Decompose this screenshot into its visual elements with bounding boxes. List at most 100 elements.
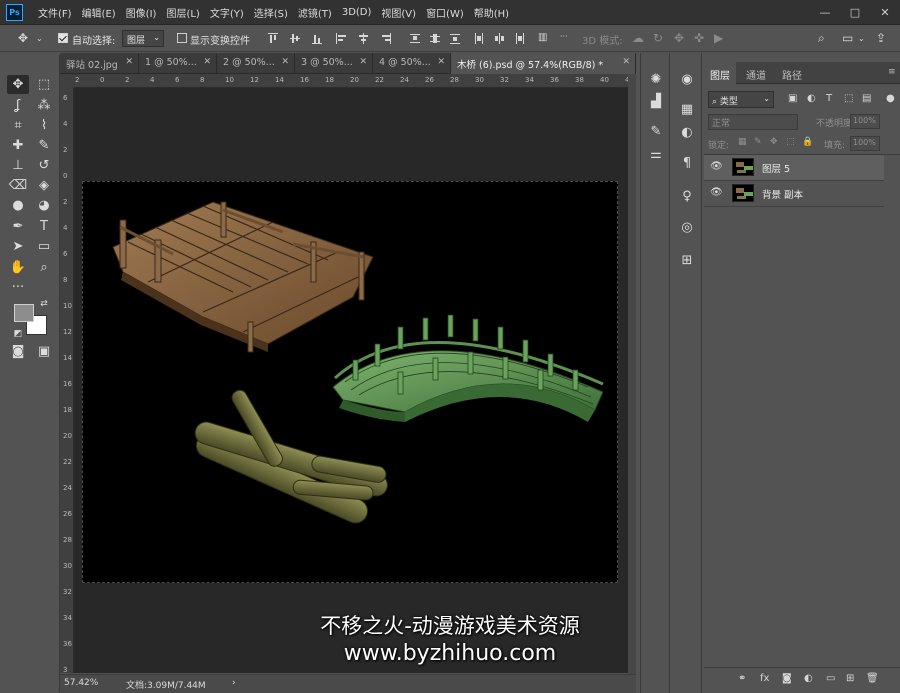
document-canvas[interactable] bbox=[82, 181, 618, 583]
move-tool-preset-icon[interactable]: ✥ bbox=[18, 31, 28, 45]
menu-window[interactable]: 窗口(W) bbox=[426, 5, 464, 20]
close-icon[interactable]: ✕ bbox=[622, 57, 630, 67]
align-top-icon[interactable] bbox=[268, 33, 278, 45]
tab-document-2[interactable]: 1 @ 50%... ✕ bbox=[139, 53, 217, 74]
distribute-right-icon[interactable] bbox=[514, 33, 524, 45]
tab-paths[interactable]: 路径 bbox=[776, 62, 808, 84]
blend-mode-dropdown[interactable]: 正常 bbox=[708, 114, 798, 130]
filter-smart-object-icon[interactable]: ▤ bbox=[862, 93, 871, 104]
libraries-icon[interactable]: ◎ bbox=[678, 219, 696, 237]
3d-roll-icon[interactable]: ↻ bbox=[653, 31, 663, 45]
eye-icon[interactable]: 👁 bbox=[710, 162, 723, 172]
new-layer-icon[interactable]: ⊞ bbox=[846, 673, 854, 684]
tab-document-1[interactable]: 驿站 02.jpg ✕ bbox=[60, 53, 139, 74]
tab-document-active[interactable]: 木桥 (6).psd @ 57.4%(RGB/8) * ✕ bbox=[451, 53, 636, 74]
close-icon[interactable]: ✕ bbox=[437, 57, 445, 67]
adjustments-icon[interactable]: ◐ bbox=[678, 124, 696, 142]
close-button[interactable]: ✕ bbox=[870, 0, 900, 25]
minimize-button[interactable]: — bbox=[810, 0, 840, 25]
horizontal-ruler[interactable]: 2024681012141618202224262830323436384042 bbox=[74, 74, 628, 88]
crop-tool-icon[interactable]: ⌗ bbox=[7, 116, 29, 135]
menu-filter[interactable]: 滤镜(T) bbox=[298, 5, 332, 20]
distribute-top-icon[interactable] bbox=[410, 33, 420, 45]
vertical-ruler[interactable]: 6 4 2 0 2 4 6 8 10 12 14 16 18 20 22 24 26 28 30 32 34 36 3 bbox=[60, 88, 74, 673]
3d-slide-icon[interactable]: ✜ bbox=[694, 31, 704, 45]
link-icon[interactable]: ⚭ bbox=[738, 673, 746, 684]
navigator-icon[interactable]: ✺ bbox=[647, 71, 665, 89]
fill-input[interactable]: 100% bbox=[850, 136, 880, 151]
lock-artboard-icon[interactable]: ⬚ bbox=[786, 137, 795, 147]
dodge-tool-icon[interactable]: ◕ bbox=[33, 196, 55, 215]
align-hcenter-icon[interactable] bbox=[358, 33, 368, 45]
auto-select-checkbox[interactable] bbox=[58, 33, 68, 43]
auto-align-icon[interactable]: ▥ bbox=[538, 32, 547, 43]
maximize-button[interactable]: □ bbox=[840, 0, 870, 25]
eye-icon[interactable]: 👁 bbox=[710, 188, 723, 198]
edit-toolbar-icon[interactable]: ··· bbox=[7, 278, 29, 297]
paint-bucket-tool-icon[interactable]: ◈ bbox=[33, 176, 55, 195]
color-icon[interactable]: ◉ bbox=[678, 71, 696, 89]
close-icon[interactable]: ✕ bbox=[281, 57, 289, 67]
chevron-down-icon[interactable]: ⌄ bbox=[36, 34, 43, 43]
pen-tool-icon[interactable]: ✒ bbox=[7, 217, 29, 236]
marquee-tool-icon[interactable]: ⬚ bbox=[33, 75, 55, 94]
menu-select[interactable]: 选择(S) bbox=[254, 5, 288, 20]
tab-layers[interactable]: 图层 bbox=[704, 62, 736, 84]
tab-document-4[interactable]: 3 @ 50%... ✕ bbox=[295, 53, 373, 74]
group-icon[interactable]: ▭ bbox=[826, 673, 835, 684]
tab-document-3[interactable]: 2 @ 50%... ✕ bbox=[217, 53, 295, 74]
filter-pixel-icon[interactable]: ▣ bbox=[788, 93, 797, 104]
layer-filter-dropdown[interactable]: ⌕ 类型 ⌄ bbox=[708, 91, 774, 108]
adjustment-icon[interactable]: ◐ bbox=[804, 673, 813, 684]
menu-view[interactable]: 视图(V) bbox=[381, 5, 416, 20]
layer-row-background-copy[interactable]: 👁 背景 副本 bbox=[704, 181, 884, 207]
mask-icon[interactable]: ◙ bbox=[782, 673, 792, 684]
more-options-icon[interactable]: ··· bbox=[560, 32, 568, 41]
align-bottom-icon[interactable] bbox=[312, 33, 322, 45]
brush-preset-icon[interactable]: ✎ bbox=[647, 123, 665, 141]
hand-tool-icon[interactable]: ✋ bbox=[7, 258, 29, 277]
swatches-icon[interactable]: ▦ bbox=[678, 101, 696, 119]
vertical-scrollbar[interactable] bbox=[628, 74, 636, 674]
foreground-color-swatch[interactable] bbox=[14, 304, 34, 322]
filter-type-icon[interactable]: T bbox=[826, 93, 832, 104]
ruler-corner[interactable] bbox=[60, 74, 74, 88]
zoom-level[interactable]: 57.42% bbox=[64, 678, 98, 688]
filter-shape-icon[interactable]: ⬚ bbox=[844, 93, 853, 104]
menu-file[interactable]: 文件(F) bbox=[38, 5, 72, 20]
histogram-icon[interactable]: ▟ bbox=[647, 93, 665, 111]
lock-position-icon[interactable]: ✥ bbox=[770, 137, 778, 147]
menu-3d[interactable]: 3D(D) bbox=[342, 7, 372, 18]
panel-menu-icon[interactable]: ≡ bbox=[882, 62, 900, 84]
menu-layer[interactable]: 图层(L) bbox=[166, 5, 199, 20]
show-transform-checkbox[interactable] bbox=[177, 33, 187, 43]
quick-mask-icon[interactable]: ◙ bbox=[7, 342, 29, 361]
magic-wand-tool-icon[interactable]: ⁂ bbox=[33, 96, 55, 115]
align-right-icon[interactable] bbox=[380, 33, 391, 45]
eyedropper-tool-icon[interactable]: ⌇ bbox=[33, 116, 55, 135]
fx-icon[interactable]: fx bbox=[760, 673, 769, 684]
share-icon[interactable]: ⇪ bbox=[876, 31, 886, 45]
opacity-input[interactable]: 100% bbox=[850, 114, 880, 129]
trash-icon[interactable]: 🗑 bbox=[866, 673, 879, 684]
lock-all-icon[interactable]: 🔒 bbox=[802, 137, 813, 147]
align-left-icon[interactable] bbox=[336, 33, 346, 45]
swap-colors-icon[interactable]: ⇄ bbox=[33, 295, 55, 314]
history-brush-tool-icon[interactable]: ↺ bbox=[33, 156, 55, 175]
move-tool-icon[interactable]: ✥ bbox=[7, 75, 29, 94]
menu-help[interactable]: 帮助(H) bbox=[474, 5, 509, 20]
menu-edit[interactable]: 编辑(E) bbox=[82, 5, 116, 20]
grid-icon[interactable]: ⊞ bbox=[678, 252, 696, 270]
chevron-right-icon[interactable]: › bbox=[232, 678, 236, 688]
lasso-tool-icon[interactable]: ʆ bbox=[7, 96, 29, 115]
text-tool-icon[interactable]: T bbox=[33, 217, 55, 236]
align-vcenter-icon[interactable] bbox=[290, 33, 300, 45]
path-select-tool-icon[interactable]: ➤ bbox=[7, 237, 29, 256]
tab-channels[interactable]: 通道 bbox=[740, 62, 772, 84]
3d-pan-icon[interactable]: ✥ bbox=[674, 31, 684, 45]
learn-icon[interactable]: ♀ bbox=[678, 188, 696, 206]
brush-tool-icon[interactable]: ✎ bbox=[33, 136, 55, 155]
lock-transparent-icon[interactable]: ▦ bbox=[738, 137, 747, 147]
distribute-hcenter-icon[interactable] bbox=[494, 33, 504, 45]
blur-tool-icon[interactable]: ● bbox=[7, 196, 29, 215]
